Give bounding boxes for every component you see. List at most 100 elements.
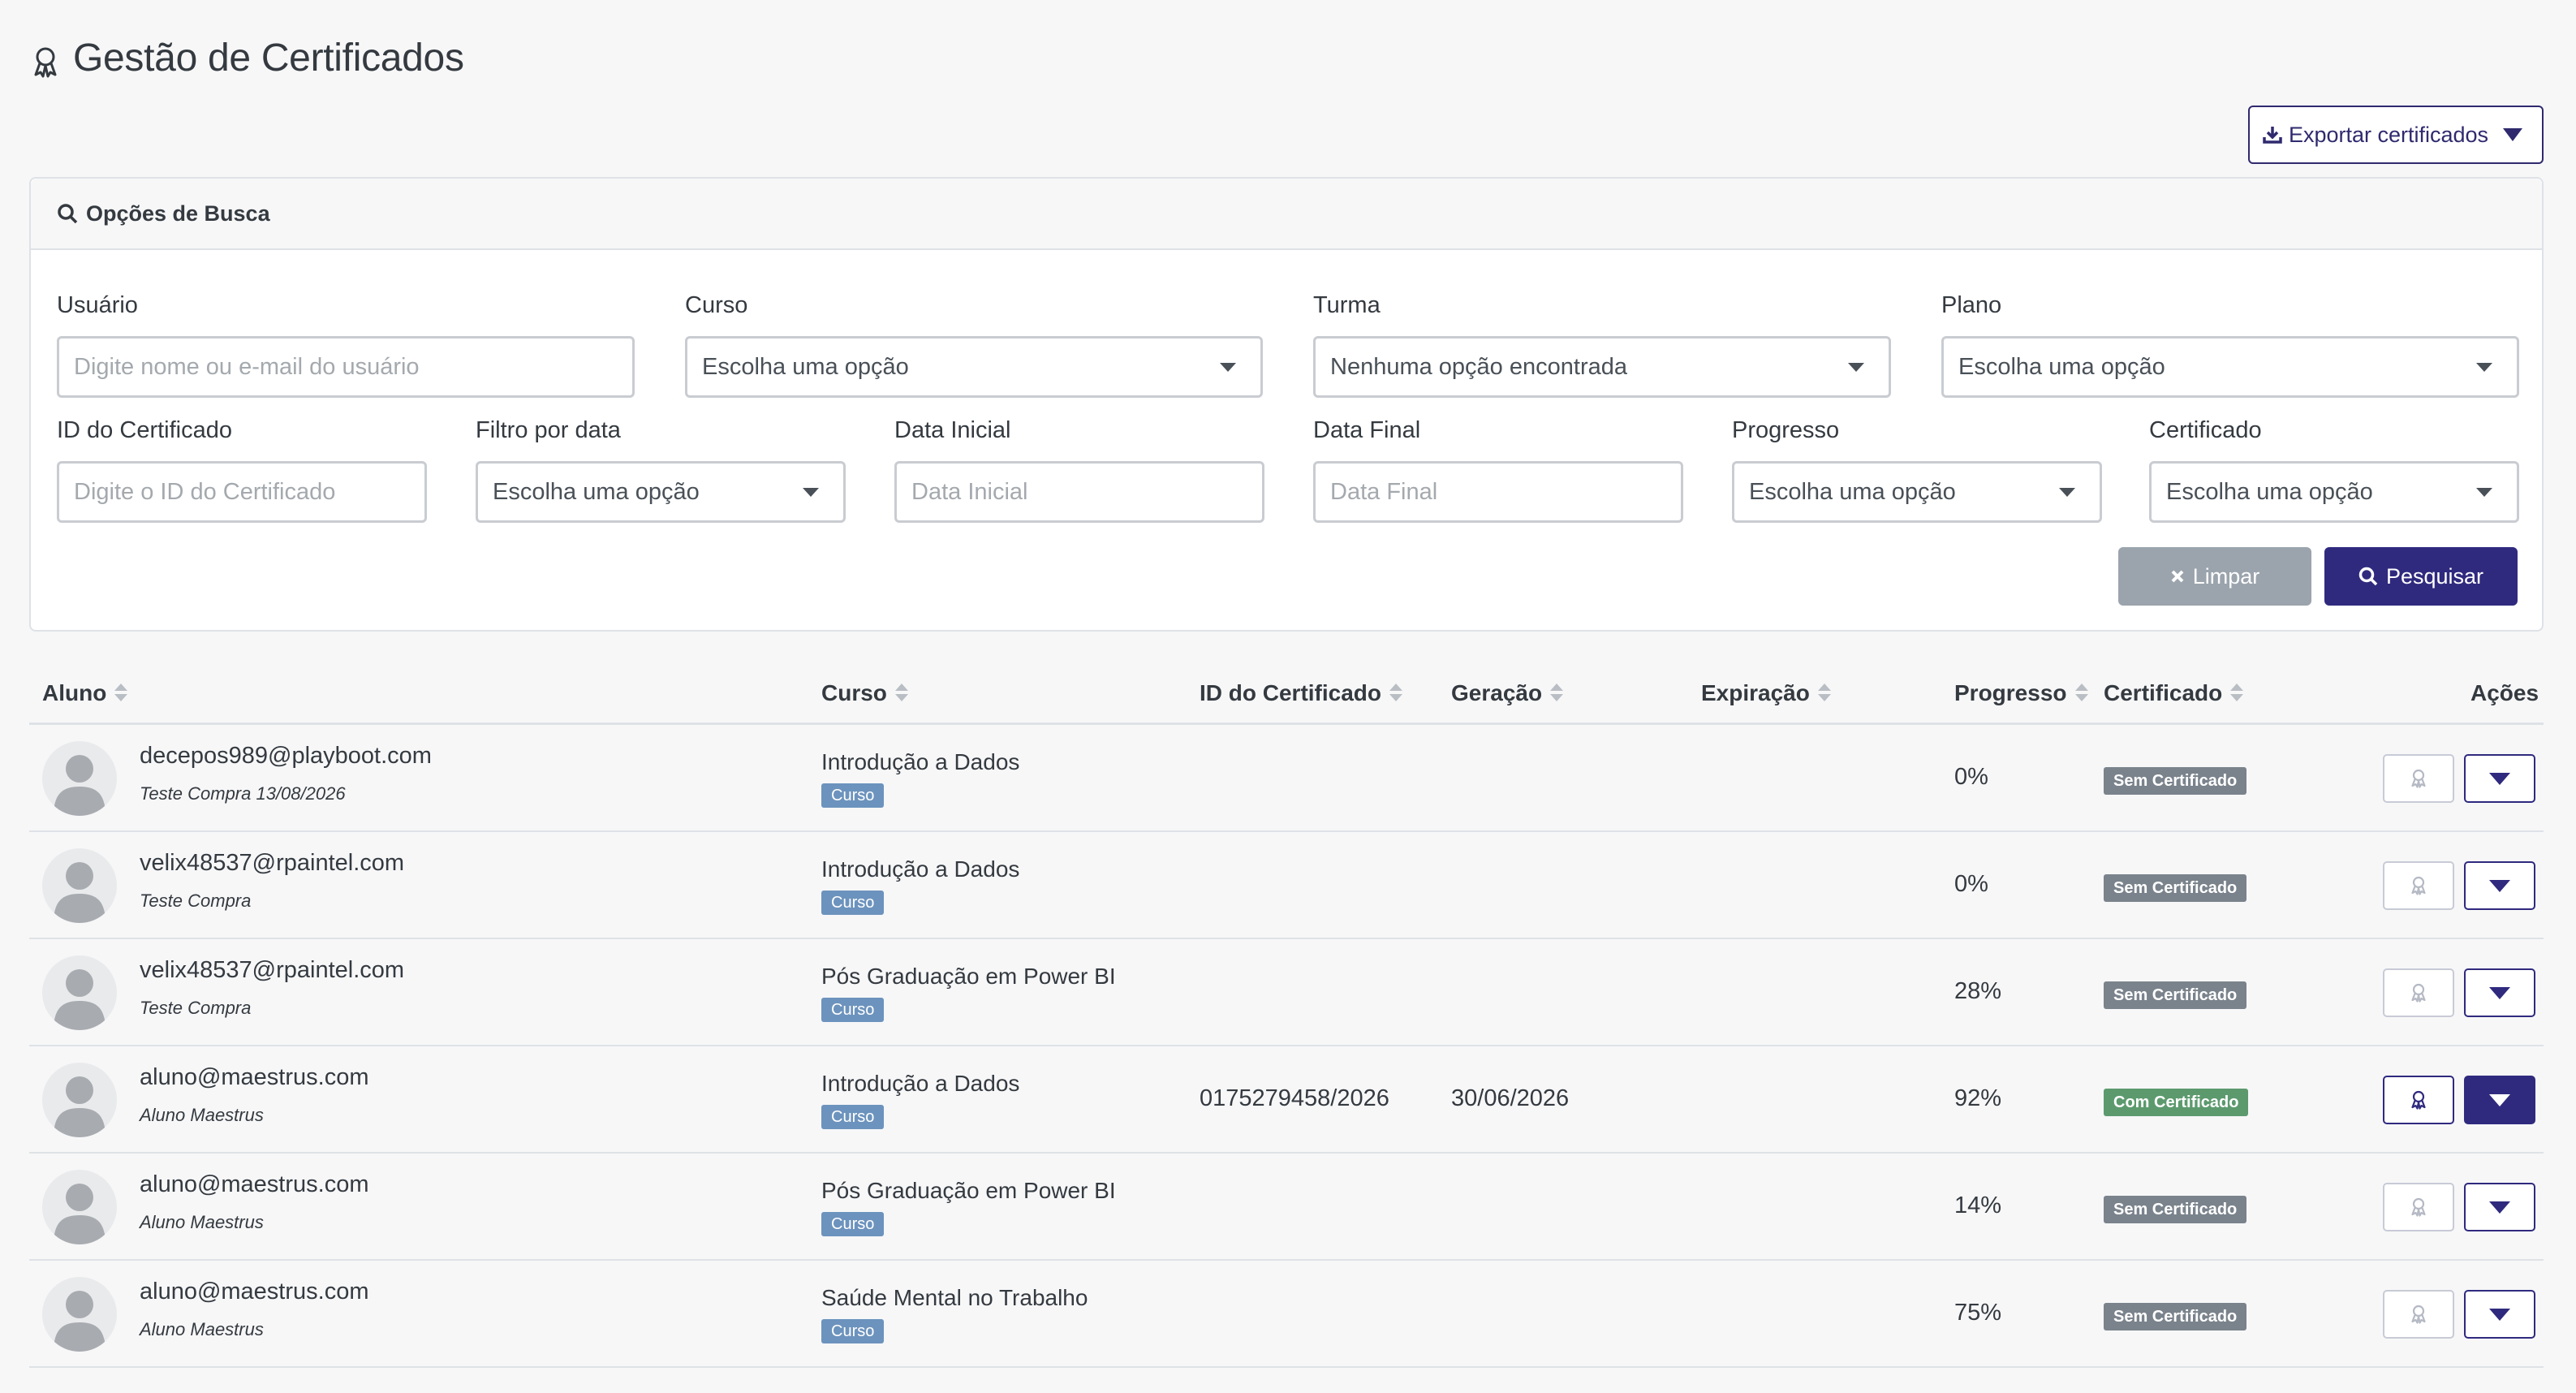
col-header-geracao[interactable]: Geração — [1451, 677, 1564, 709]
chevron-down-icon — [2489, 879, 2510, 892]
turma-select[interactable]: Nenhuma opção encontrada — [1313, 336, 1891, 398]
table-row: aluno@maestrus.com Aluno Maestrus Saúde Me… — [29, 1261, 2544, 1368]
course-type-badge: Curso — [821, 1212, 885, 1236]
search-icon — [58, 204, 78, 224]
student-email: velix48537@rpaintel.com — [140, 850, 405, 876]
download-icon — [2263, 127, 2282, 144]
course-name: Introdução a Dados — [821, 1071, 1020, 1096]
view-certificate-button[interactable] — [2383, 861, 2454, 910]
curso-label: Curso — [685, 292, 748, 318]
usuario-input[interactable]: Digite nome ou e-mail do usuário — [57, 336, 635, 398]
course-type-badge: Curso — [821, 783, 885, 808]
user-silhouette-icon — [54, 1291, 106, 1352]
progress-value: 75% — [1954, 1300, 2002, 1326]
student-plan: Teste Compra 13/08/2026 — [140, 783, 346, 804]
view-certificate-button[interactable] — [2383, 1183, 2454, 1231]
student-email: decepos989@playboot.com — [140, 743, 432, 769]
view-certificate-button[interactable] — [2383, 968, 2454, 1017]
col-header-id-certificado[interactable]: ID do Certificado — [1200, 677, 1403, 709]
filtro-data-label: Filtro por data — [476, 417, 621, 443]
student-plan: Teste Compra — [140, 998, 252, 1018]
progress-value: 92% — [1954, 1085, 2002, 1111]
certificado-select[interactable]: Escolha uma opção — [2149, 461, 2519, 523]
award-icon — [2411, 983, 2426, 1003]
student-plan: Aluno Maestrus — [140, 1212, 264, 1232]
course-name: Saúde Mental no Trabalho — [821, 1285, 1088, 1310]
view-certificate-button[interactable] — [2383, 754, 2454, 803]
id-certificado-input[interactable]: Digite o ID do Certificado — [57, 461, 427, 523]
award-icon — [2411, 1305, 2426, 1324]
table-row: aluno@maestrus.com Aluno Maestrus Pós Grad… — [29, 1154, 2544, 1261]
row-actions-dropdown-button[interactable] — [2464, 1076, 2535, 1124]
sort-icon — [1817, 684, 1831, 703]
data-final-placeholder: Data Final — [1330, 478, 1438, 505]
export-certificates-button[interactable]: Exportar certificados — [2248, 106, 2544, 164]
data-inicial-placeholder: Data Inicial — [911, 478, 1028, 505]
col-curso-label: Curso — [821, 680, 887, 705]
avatar — [42, 1063, 117, 1137]
avatar — [42, 848, 117, 923]
usuario-placeholder: Digite nome ou e-mail do usuário — [74, 353, 420, 380]
view-certificate-button[interactable] — [2383, 1076, 2454, 1124]
col-progresso-label: Progresso — [1954, 680, 2067, 705]
page-header: Gestão de Certificados — [31, 29, 464, 86]
course-type-badge: Curso — [821, 1319, 885, 1343]
student-email: aluno@maestrus.com — [140, 1279, 369, 1305]
col-header-curso[interactable]: Curso — [821, 677, 908, 709]
avatar — [42, 1277, 117, 1352]
data-inicial-input[interactable]: Data Inicial — [894, 461, 1264, 523]
user-silhouette-icon — [54, 862, 106, 923]
certificate-status-badge: Sem Certificado — [2104, 1303, 2247, 1330]
award-icon — [2411, 769, 2426, 788]
col-expiracao-label: Expiração — [1701, 680, 1810, 705]
row-actions-dropdown-button[interactable] — [2464, 1183, 2535, 1231]
chevron-down-icon — [2489, 1093, 2510, 1106]
col-header-progresso[interactable]: Progresso — [1954, 677, 2088, 709]
search-label: Pesquisar — [2385, 563, 2484, 589]
generation-date: 30/06/2026 — [1451, 1085, 1570, 1111]
certificate-status-badge: Sem Certificado — [2104, 874, 2247, 902]
row-actions-dropdown-button[interactable] — [2464, 1290, 2535, 1339]
course-type-badge: Curso — [821, 891, 885, 915]
filtro-data-select[interactable]: Escolha uma opção — [476, 461, 846, 523]
avatar — [42, 741, 117, 816]
search-panel: Opções de Busca Usuário Digite nome ou e… — [29, 177, 2544, 632]
curso-select-value: Escolha uma opção — [702, 353, 909, 380]
search-button[interactable]: Pesquisar — [2324, 547, 2518, 606]
col-header-certificado[interactable]: Certificado — [2104, 677, 2244, 709]
col-header-aluno[interactable]: Aluno — [42, 677, 128, 709]
close-icon — [2171, 570, 2184, 583]
award-icon — [34, 47, 57, 78]
filtro-data-value: Escolha uma opção — [493, 478, 700, 505]
row-actions-dropdown-button[interactable] — [2464, 861, 2535, 910]
chevron-down-icon — [2059, 488, 2075, 497]
curso-select[interactable]: Escolha uma opção — [685, 336, 1263, 398]
plano-label: Plano — [1941, 292, 2002, 318]
chevron-down-icon — [1220, 363, 1236, 372]
clear-label: Limpar — [2192, 563, 2260, 589]
clear-button[interactable]: Limpar — [2118, 547, 2311, 606]
course-name: Pós Graduação em Power BI — [821, 964, 1116, 989]
certificado-label: Certificado — [2149, 417, 2262, 443]
view-certificate-button[interactable] — [2383, 1290, 2454, 1339]
table-row: velix48537@rpaintel.com Teste Compra Intro… — [29, 832, 2544, 939]
course-name: Pós Graduação em Power BI — [821, 1178, 1116, 1203]
row-actions-dropdown-button[interactable] — [2464, 754, 2535, 803]
certificate-status-badge: Sem Certificado — [2104, 1196, 2247, 1223]
certificate-status-badge: Sem Certificado — [2104, 981, 2247, 1009]
progresso-select[interactable]: Escolha uma opção — [1732, 461, 2102, 523]
row-actions-dropdown-button[interactable] — [2464, 968, 2535, 1017]
plano-select[interactable]: Escolha uma opção — [1941, 336, 2519, 398]
data-final-input[interactable]: Data Final — [1313, 461, 1683, 523]
col-acoes-label: Ações — [2470, 680, 2539, 705]
sort-icon — [1389, 684, 1403, 703]
avatar — [42, 1170, 117, 1244]
student-email: velix48537@rpaintel.com — [140, 957, 405, 983]
export-label: Exportar certificados — [2288, 122, 2489, 147]
student-plan: Aluno Maestrus — [140, 1105, 264, 1125]
award-icon — [2411, 1090, 2426, 1110]
sort-icon — [1550, 684, 1564, 703]
progress-value: 14% — [1954, 1192, 2002, 1218]
col-header-expiracao[interactable]: Expiração — [1701, 677, 1831, 709]
table-row: aluno@maestrus.com Aluno Maestrus Introduç… — [29, 1046, 2544, 1154]
